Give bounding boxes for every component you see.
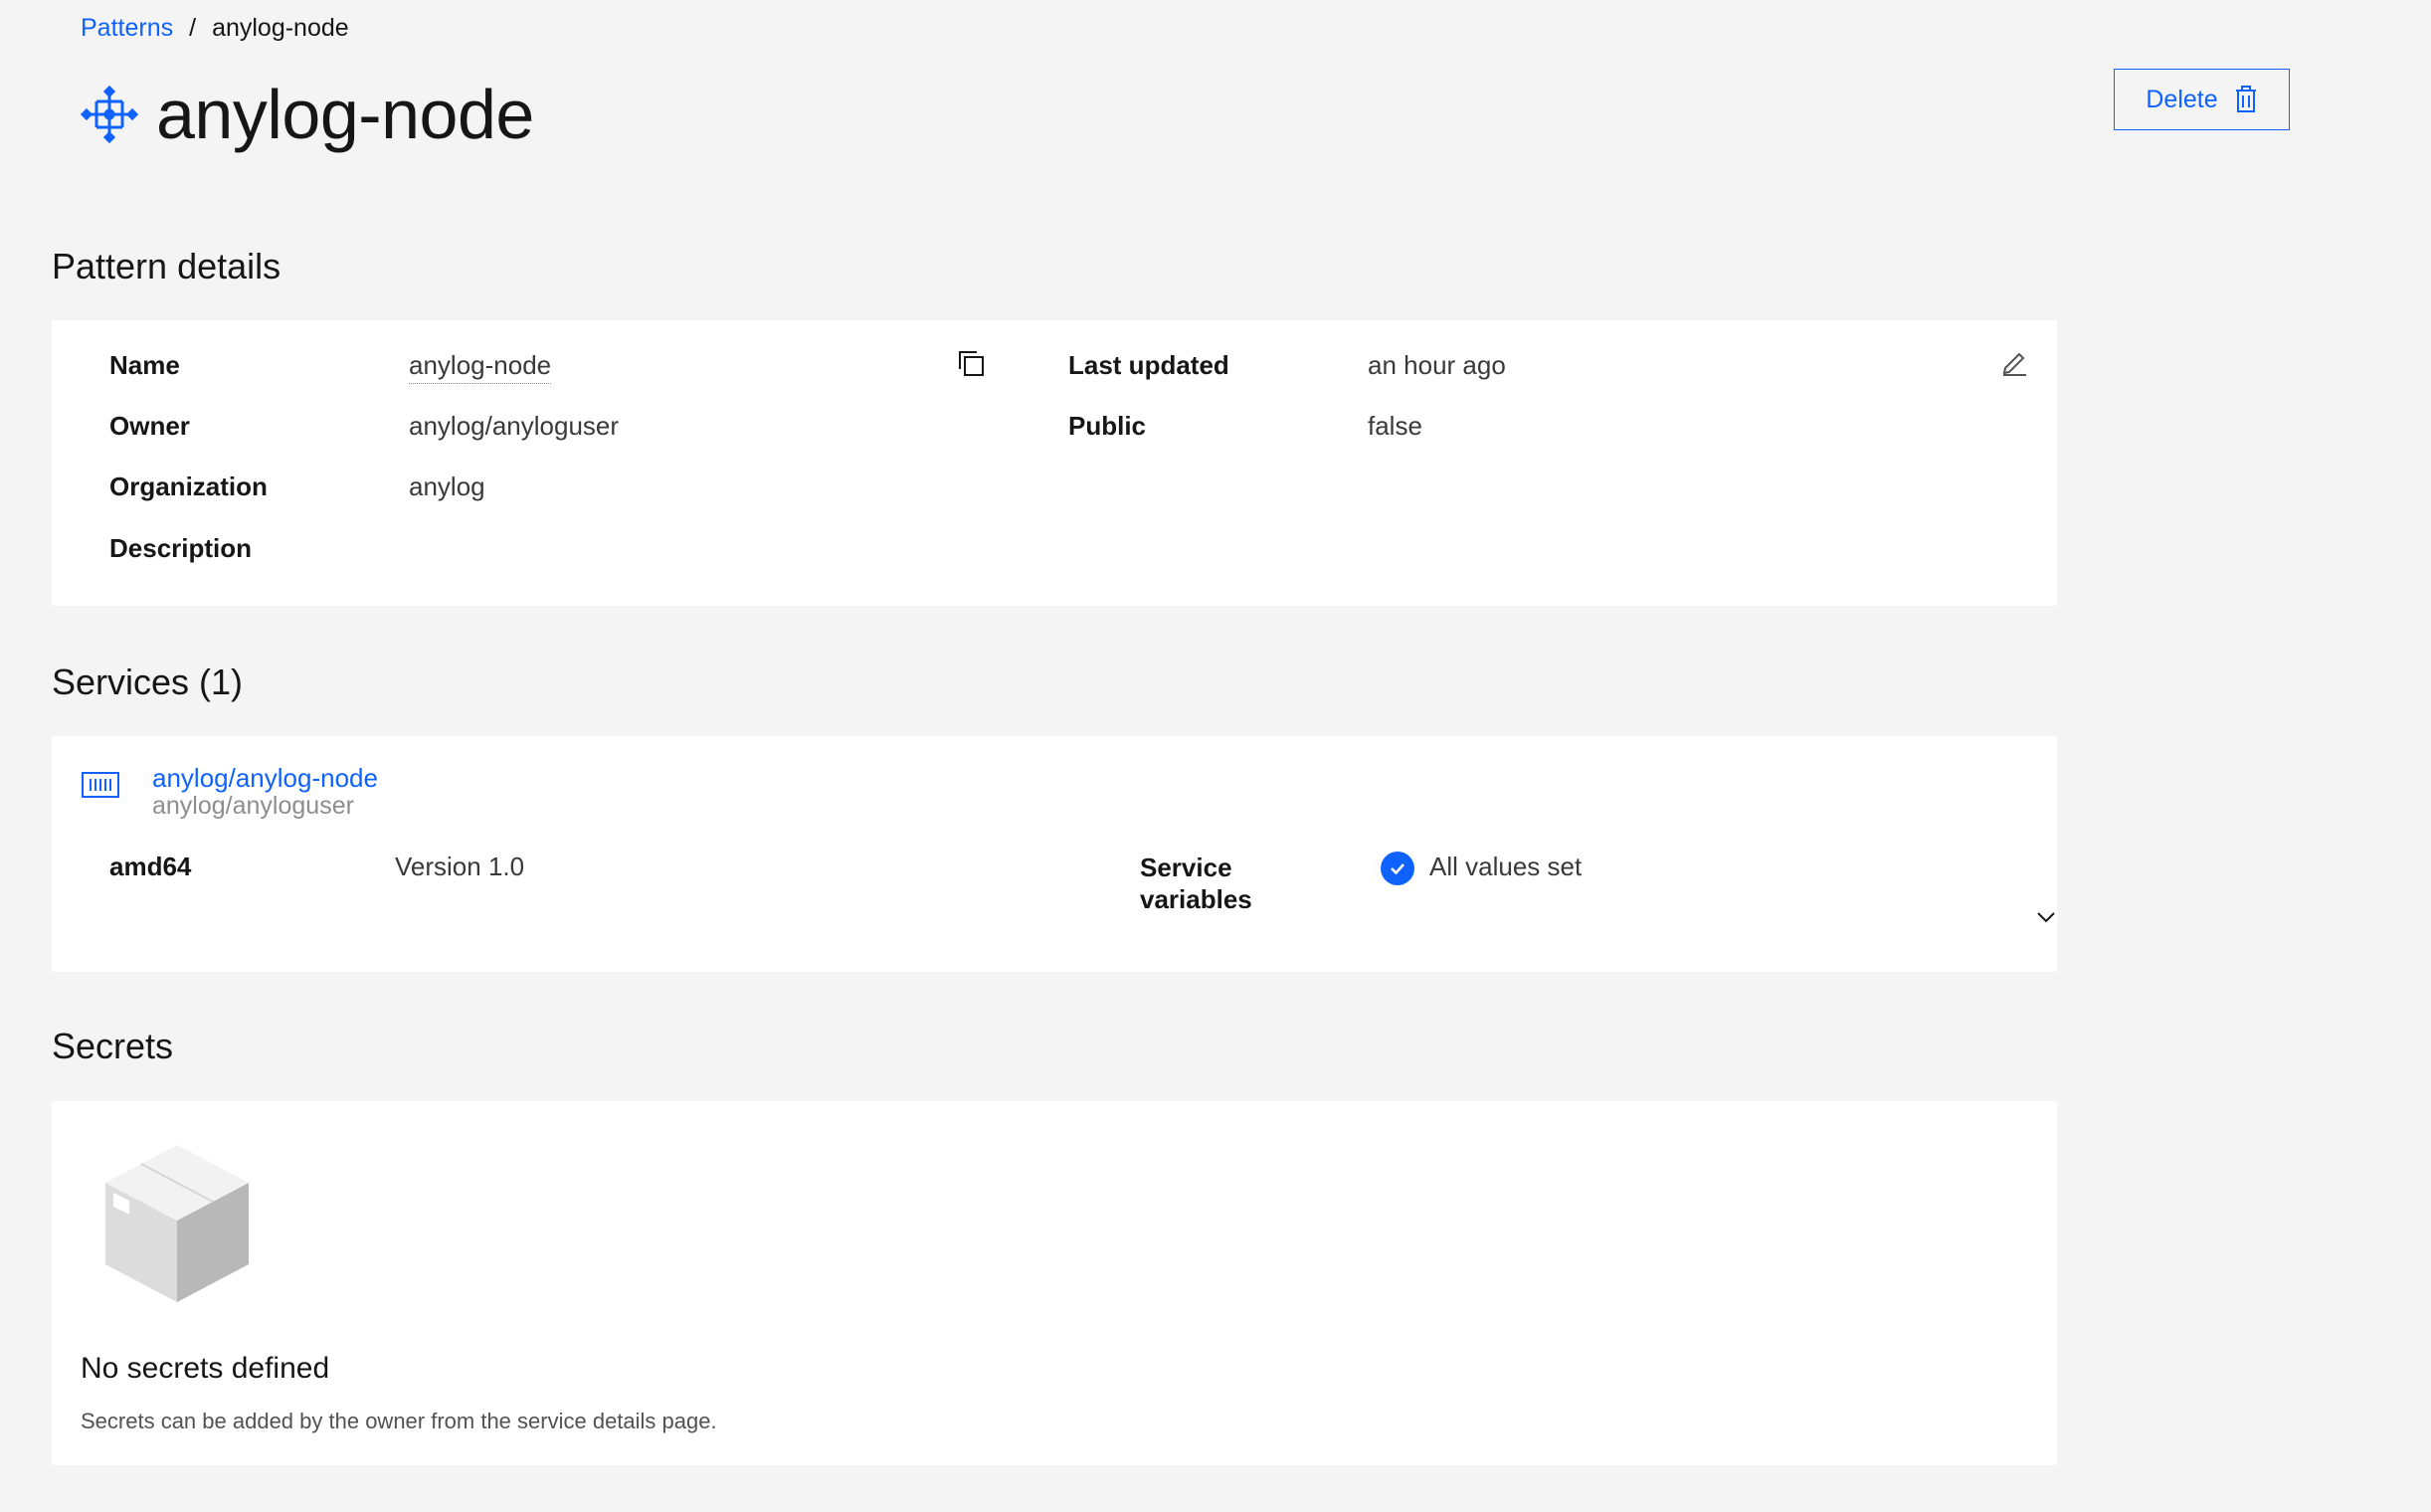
empty-state-title: No secrets defined — [81, 1352, 330, 1385]
service-variables-status: All values set — [1429, 851, 1583, 881]
services-heading: Services (1) — [52, 662, 244, 702]
service-arch: amd64 — [109, 851, 192, 881]
service-icon — [82, 770, 119, 800]
delete-button-label: Delete — [2146, 85, 2218, 113]
edit-icon[interactable] — [1999, 346, 2029, 376]
trash-icon — [2235, 86, 2256, 112]
empty-state-description: Secrets can be added by the owner from t… — [81, 1409, 717, 1433]
public-label: Public — [1068, 411, 1147, 441]
service-variables-label: Service variables — [1140, 852, 1252, 914]
secrets-panel: No secrets defined Secrets can be added … — [52, 1101, 2057, 1465]
breadcrumb-separator: / — [189, 14, 197, 42]
pattern-icon — [80, 85, 139, 144]
breadcrumb-current: anylog-node — [212, 14, 349, 42]
owner-value: anylog/anyloguser — [409, 411, 620, 441]
breadcrumb-patterns-link[interactable]: Patterns — [81, 14, 173, 43]
delete-button[interactable]: Delete — [2114, 69, 2290, 130]
chevron-down-icon[interactable] — [2033, 907, 2059, 927]
service-name-link[interactable]: anylog/anylog-node — [152, 763, 378, 794]
name-label: Name — [109, 350, 180, 380]
service-version: Version 1.0 — [395, 851, 525, 881]
name-value[interactable]: anylog-node — [409, 350, 552, 384]
organization-label: Organization — [109, 472, 268, 501]
copy-icon[interactable] — [956, 348, 986, 378]
empty-box-illustration — [99, 1133, 255, 1332]
services-panel: anylog/anylog-node anylog/anyloguser amd… — [52, 736, 2057, 972]
owner-label: Owner — [109, 411, 190, 441]
pattern-details-heading: Pattern details — [52, 246, 281, 286]
public-value: false — [1368, 411, 1422, 441]
last-updated-label: Last updated — [1068, 350, 1229, 380]
organization-value: anylog — [409, 472, 485, 501]
last-updated-value: an hour ago — [1368, 350, 1506, 380]
page-title: anylog-node — [156, 76, 534, 153]
pattern-details-panel: Name anylog-node Owner anylog/anyloguser… — [52, 320, 2057, 606]
description-label: Description — [109, 533, 253, 563]
secrets-heading: Secrets — [52, 1026, 174, 1066]
service-owner: anylog/anyloguser — [152, 792, 354, 820]
checkmark-icon — [1381, 851, 1414, 885]
page-header: anylog-node — [80, 72, 534, 157]
breadcrumb: Patterns / anylog-node — [81, 14, 349, 43]
